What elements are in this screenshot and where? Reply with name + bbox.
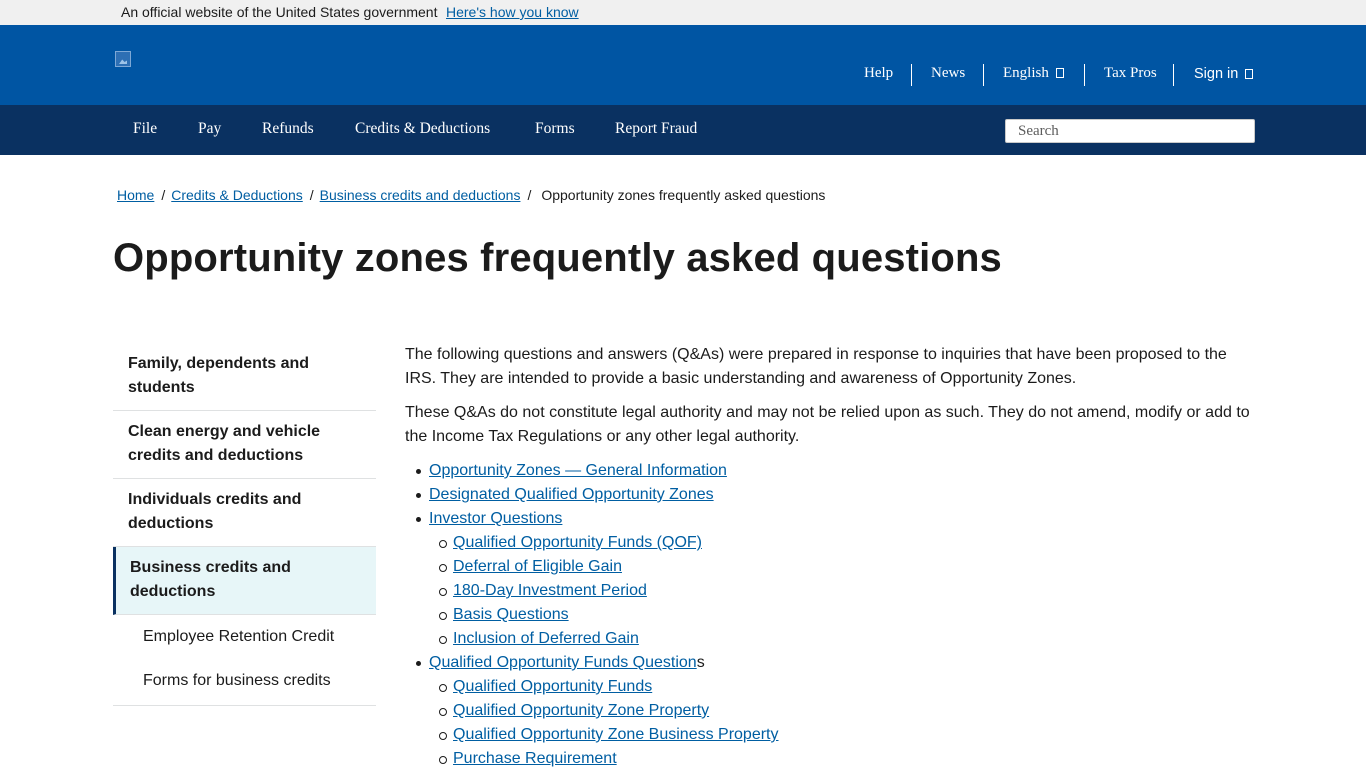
list-item: 180-Day Investment Period <box>429 579 1257 603</box>
link-inclusion-deferred-gain[interactable]: Inclusion of Deferred Gain <box>453 630 639 647</box>
main-content: The following questions and answers (Q&A… <box>405 343 1257 768</box>
list-item: Opportunity Zones — General Information <box>405 459 1257 483</box>
gov-banner-text: An official website of the United States… <box>121 4 438 20</box>
breadcrumb-separator: / <box>161 187 166 203</box>
list-item: Basis Questions <box>429 603 1257 627</box>
sign-in-icon <box>1245 69 1254 79</box>
breadcrumb-business-credits[interactable]: Business credits and deductions <box>320 187 521 203</box>
breadcrumb-home[interactable]: Home <box>117 187 154 203</box>
sign-in-label: Sign in <box>1194 66 1239 82</box>
sidenav-subitem-employee-retention[interactable]: Employee Retention Credit <box>113 625 376 649</box>
utility-nav: Help News English Tax Pros Sign in <box>0 64 1366 86</box>
link-qof[interactable]: Qualified Opportunity Funds (QOF) <box>453 534 702 551</box>
link-qoz-business-property[interactable]: Qualified Opportunity Zone Business Prop… <box>453 726 779 743</box>
list-item: Qualified Opportunity Funds Questions Qu… <box>405 651 1257 768</box>
nav-pay[interactable]: Pay <box>198 120 221 138</box>
link-designated-zones[interactable]: Designated Qualified Opportunity Zones <box>429 486 714 503</box>
breadcrumb-credits-deductions[interactable]: Credits & Deductions <box>171 187 303 203</box>
qof-sublist: Qualified Opportunity Funds Qualified Op… <box>429 675 1257 768</box>
link-general-information[interactable]: Opportunity Zones — General Information <box>429 462 727 479</box>
link-180-day-period[interactable]: 180-Day Investment Period <box>453 582 647 599</box>
sidenav-item-individuals[interactable]: Individuals credits and deductions <box>113 479 376 547</box>
sign-in-menu[interactable]: Sign in <box>1194 66 1254 82</box>
link-purchase-requirement[interactable]: Purchase Requirement <box>453 750 617 767</box>
link-qof-questions[interactable]: Qualified Opportunity Funds Question <box>429 654 697 671</box>
link-deferral-eligible-gain[interactable]: Deferral of Eligible Gain <box>453 558 622 575</box>
tax-pros-link[interactable]: Tax Pros <box>1104 65 1157 82</box>
list-item: Deferral of Eligible Gain <box>429 555 1257 579</box>
list-item: Qualified Opportunity Funds (QOF) <box>429 531 1257 555</box>
list-item: Qualified Opportunity Zone Business Prop… <box>429 723 1257 747</box>
breadcrumb-separator: / <box>527 187 532 203</box>
faq-toc-list: Opportunity Zones — General Information … <box>405 459 1257 768</box>
breadcrumb-current: Opportunity zones frequently asked quest… <box>541 187 826 203</box>
utility-divider <box>1084 64 1085 86</box>
news-link[interactable]: News <box>931 65 965 82</box>
utility-divider <box>983 64 984 86</box>
list-item: Investor Questions Qualified Opportunity… <box>405 507 1257 651</box>
nav-report-fraud[interactable]: Report Fraud <box>615 120 697 138</box>
sidenav-item-business-active[interactable]: Business credits and deductions <box>113 547 376 615</box>
language-label: English <box>1003 65 1049 81</box>
site-header: Help News English Tax Pros Sign in <box>0 25 1366 105</box>
breadcrumb: Home / Credits & Deductions / Business credi… <box>117 187 825 203</box>
link-basis-questions[interactable]: Basis Questions <box>453 606 569 623</box>
nav-forms[interactable]: Forms <box>535 120 575 138</box>
nav-refunds[interactable]: Refunds <box>262 120 314 138</box>
investor-sublist: Qualified Opportunity Funds (QOF) Deferr… <box>429 531 1257 651</box>
list-item: Purchase Requirement <box>429 747 1257 768</box>
list-item: Designated Qualified Opportunity Zones <box>405 483 1257 507</box>
main-nav: File Pay Refunds Credits & Deductions Fo… <box>0 105 1366 155</box>
language-menu[interactable]: English <box>1003 65 1064 82</box>
nav-credits-deductions[interactable]: Credits & Deductions <box>355 120 490 138</box>
gov-banner: An official website of the United States… <box>0 0 1366 25</box>
list-item: Qualified Opportunity Funds <box>429 675 1257 699</box>
breadcrumb-separator: / <box>309 187 314 203</box>
sidenav-item-clean-energy[interactable]: Clean energy and vehicle credits and ded… <box>113 411 376 479</box>
sidenav-subitem-forms-business[interactable]: Forms for business credits <box>113 669 376 693</box>
link-investor-questions[interactable]: Investor Questions <box>429 510 562 527</box>
sidenav-subitems: Employee Retention Credit Forms for busi… <box>113 615 376 706</box>
search-input[interactable] <box>1005 119 1255 143</box>
link-qualified-opportunity-funds[interactable]: Qualified Opportunity Funds <box>453 678 652 695</box>
link-qoz-property[interactable]: Qualified Opportunity Zone Property <box>453 702 709 719</box>
heres-how-you-know-link[interactable]: Here's how you know <box>446 4 579 20</box>
qof-questions-tail: s <box>696 654 705 671</box>
utility-divider <box>911 64 912 86</box>
list-item: Inclusion of Deferred Gain <box>429 627 1257 651</box>
intro-paragraph: The following questions and answers (Q&A… <box>405 346 1227 387</box>
utility-divider <box>1173 64 1174 86</box>
nav-file[interactable]: File <box>133 120 157 138</box>
side-nav: Family, dependents and students Clean en… <box>113 343 376 706</box>
disclaimer-paragraph: These Q&As do not constitute legal autho… <box>405 404 1250 445</box>
page-title: Opportunity zones frequently asked quest… <box>113 236 1002 280</box>
help-link[interactable]: Help <box>864 65 893 82</box>
sidenav-item-family-dependents[interactable]: Family, dependents and students <box>113 343 376 411</box>
language-dropdown-icon <box>1055 68 1064 78</box>
list-item: Qualified Opportunity Zone Property <box>429 699 1257 723</box>
